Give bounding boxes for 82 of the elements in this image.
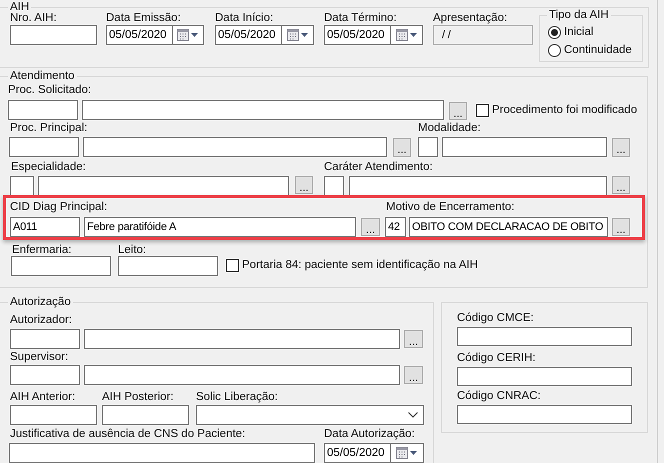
field-label: Data Autorização:	[324, 427, 416, 441]
field-label: Apresentação:	[433, 11, 508, 25]
browse-button[interactable]: ...	[393, 138, 411, 157]
text-field[interactable]	[84, 365, 400, 385]
text-field[interactable]	[10, 176, 34, 196]
text-field[interactable]	[83, 137, 387, 157]
field-label: Data Emissão:	[106, 11, 182, 25]
group-title: Tipo da AIH	[547, 9, 611, 21]
calendar-dropdown-icon[interactable]	[396, 29, 418, 41]
text-field[interactable]	[442, 137, 607, 157]
chevron-down-icon	[408, 412, 418, 418]
field-label: Motivo de Encerramento:	[386, 200, 516, 214]
field-label: Código CNRAC:	[457, 389, 542, 403]
browse-button[interactable]: ...	[612, 218, 630, 236]
field-label: Solic Liberação:	[196, 390, 279, 404]
date-field[interactable]: 05/05/2020	[215, 25, 314, 45]
text-field[interactable]	[10, 25, 97, 45]
browse-button[interactable]: ...	[404, 330, 423, 348]
field-label: Nro. AIH:	[10, 11, 58, 25]
field-label: Autorizador:	[10, 313, 74, 327]
date-field[interactable]: 05/05/2020	[324, 443, 424, 463]
browse-button[interactable]: ...	[612, 138, 630, 157]
text-field[interactable]	[349, 176, 607, 196]
field-label: AIH Posterior:	[102, 390, 175, 404]
field-label: Enfermaria:	[12, 243, 72, 257]
field-label: AIH Anterior:	[10, 390, 76, 404]
field-label: Especialidade:	[11, 160, 87, 174]
browse-button[interactable]: ...	[449, 102, 467, 120]
text-field[interactable]	[82, 100, 444, 120]
field-label: CID Diag Principal:	[10, 200, 108, 214]
browse-button[interactable]: ...	[404, 366, 423, 384]
dropdown-field[interactable]	[196, 405, 424, 425]
calendar-dropdown-icon[interactable]	[286, 29, 308, 41]
text-field[interactable]	[118, 256, 218, 276]
group-title: AIH	[8, 1, 32, 13]
field-label: Código CERIH:	[457, 351, 537, 365]
text-field[interactable]	[10, 405, 97, 425]
browse-button[interactable]: ...	[361, 218, 380, 236]
checkbox[interactable]	[226, 259, 239, 272]
group-title: Atendimento	[8, 70, 77, 82]
date-field[interactable]: 05/05/2020	[106, 25, 204, 45]
field-label: Proc. Principal:	[10, 121, 88, 135]
text-field[interactable]	[418, 137, 438, 157]
text-field[interactable]: A011	[10, 217, 80, 237]
text-field[interactable]	[457, 327, 632, 346]
text-field[interactable]	[11, 256, 111, 276]
text-field[interactable]: 42	[385, 217, 406, 237]
checkbox[interactable]	[476, 104, 489, 117]
radio-button[interactable]	[548, 26, 561, 39]
field-label: Justificativa de ausência de CNS do Paciente:	[10, 427, 246, 441]
field-label: Caráter Atendimento:	[324, 160, 434, 174]
text-field[interactable]	[324, 176, 344, 196]
text-field[interactable]	[457, 405, 632, 424]
text-field[interactable]	[457, 367, 632, 386]
field-label: Data Término:	[324, 11, 398, 25]
text-field[interactable]: Febre paratifóide A	[84, 217, 356, 237]
field-label: Modalidade:	[418, 121, 482, 135]
group-title: Autorização	[8, 296, 73, 308]
field-label: Supervisor:	[10, 350, 70, 364]
text-field[interactable]	[9, 443, 315, 463]
browse-button[interactable]: ...	[295, 176, 313, 194]
option-label[interactable]: Procedimento foi modificado	[492, 103, 645, 117]
text-field[interactable]	[102, 405, 189, 425]
text-field[interactable]	[84, 329, 400, 349]
text-field[interactable]	[8, 100, 78, 120]
calendar-dropdown-icon[interactable]	[396, 447, 418, 459]
text-field[interactable]	[10, 365, 80, 385]
calendar-dropdown-icon[interactable]	[177, 29, 199, 41]
radio-button[interactable]	[548, 44, 561, 57]
browse-button[interactable]: ...	[612, 176, 630, 194]
text-field[interactable]	[38, 176, 289, 196]
field-label: Data Início:	[215, 11, 274, 25]
text-field[interactable]	[9, 137, 79, 157]
option-label[interactable]: Inicial	[564, 25, 644, 39]
text-field[interactable]: OBITO COM DECLARACAO DE OBITO	[409, 217, 608, 237]
option-label[interactable]: Continuidade	[564, 43, 644, 57]
date-field[interactable]: 05/05/2020	[324, 25, 423, 45]
field-label: Proc. Solicitado:	[8, 83, 92, 97]
option-label[interactable]: Portaria 84: paciente sem identificação na AIH	[242, 258, 542, 272]
field-label: Leito:	[118, 243, 148, 257]
text-field[interactable]	[10, 329, 80, 349]
field-label: Código CMCE:	[457, 311, 535, 325]
